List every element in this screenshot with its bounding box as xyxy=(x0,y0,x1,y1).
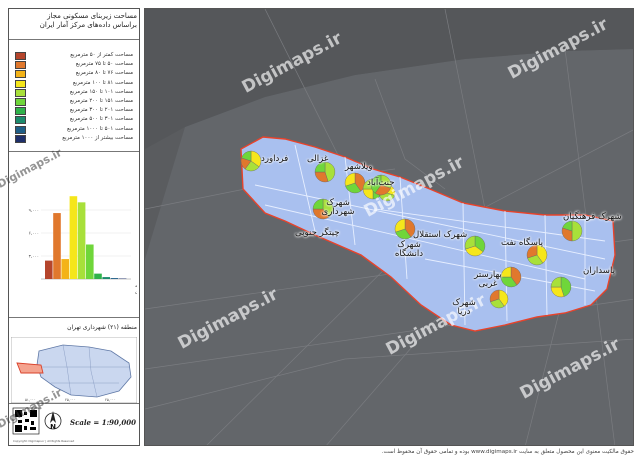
bar-5 xyxy=(86,244,94,279)
legend-title: مساحت زیربنای مسکونی مجاز براساس داده‌ها… xyxy=(39,12,137,29)
legend-swatch xyxy=(15,107,26,116)
legend-swatch xyxy=(15,125,26,134)
label-vila: ویلاشهر xyxy=(345,162,373,172)
legend-swatch xyxy=(15,88,26,97)
legend-item: مساحت ۲۰۱ تا ۳۰۰ مترمربع xyxy=(15,106,135,116)
label-chitgar: چیتگر جنوبی xyxy=(295,228,340,238)
y-tick-label: ۳,۰۰۰ xyxy=(29,254,39,259)
legend-item: مساحت ۵۰۱ تا ۱۰۰۰ مترمربع xyxy=(15,125,135,134)
legend-item: مساحت ۷۶ تا ۸۰ مترمربع xyxy=(15,69,135,79)
label-naft: پاسگاه نفت xyxy=(501,238,543,248)
label-ghazali: غزالی xyxy=(307,154,329,164)
legend-label: مساحت ۱۵۱ تا ۲۰۰ مترمربع xyxy=(69,97,133,104)
legend-label: مساحت ۱۰۱ تا ۱۵۰ مترمربع xyxy=(69,88,133,95)
legend-item: مساحت ۱۰۱ تا ۱۵۰ مترمربع xyxy=(15,88,135,97)
inset-label: منطقه (۲۱) شهرداری تهران xyxy=(67,324,137,331)
legend-swatch xyxy=(15,70,26,79)
copyright-small: Copyright: Digimaps.ir | All Rights Rese… xyxy=(13,439,74,443)
legend-swatch xyxy=(15,134,26,143)
legend-swatch xyxy=(15,97,26,106)
label-daneshgah: شهرک دانشگاه xyxy=(394,240,424,259)
y-tick-label: ۹,۰۰۰ xyxy=(29,208,39,213)
inset-tick: ۲۵,۰۰۰ xyxy=(105,398,116,402)
legend-item: مساحت ۱۵۱ تا ۲۰۰ مترمربع xyxy=(15,97,135,106)
area-bar-chart: ۹,۰۰۰ ۶,۰۰۰ ۳,۰۰۰ ترکیب مساحت زیربنای مسکون… xyxy=(29,196,137,295)
bar-0 xyxy=(45,260,53,279)
legend-item: مساحت ۵۰ تا ۷۵ مترمربع xyxy=(15,60,135,70)
legend-swatch xyxy=(15,61,26,70)
divider xyxy=(9,39,139,40)
legend-swatch xyxy=(15,52,26,60)
bar-7 xyxy=(102,277,110,279)
label-jannat: جنت‌آباد xyxy=(367,178,395,188)
legend-panel: مساحت زیربنای مسکونی مجاز براساس داده‌ها… xyxy=(8,8,140,446)
label-darya: شهرک دریا xyxy=(452,298,476,317)
bar-3 xyxy=(69,196,78,279)
legend-item: مساحت بیشتر از ۱۰۰۰ مترمربع xyxy=(15,134,135,143)
y-tick-label: ۶,۰۰۰ xyxy=(29,231,39,236)
inset-map: ۵۱,۰۰۰ ۲۵,۰۰۰ ۲۵,۰۰۰ xyxy=(11,337,137,403)
legend-item: مساحت کمتر از ۵۰ مترمربع xyxy=(15,51,135,60)
north-arrow-icon: N xyxy=(44,411,62,431)
legend-item: مساحت ۸۱ تا ۱۰۰ مترمربع xyxy=(15,79,135,88)
legend-label: مساحت ۵۰۱ تا ۱۰۰۰ مترمربع xyxy=(67,125,133,132)
legend-list: مساحت کمتر از ۵۰ مترمربع مساحت ۵۰ تا ۷۵ م… xyxy=(15,51,135,143)
divider xyxy=(9,151,139,152)
bar-2 xyxy=(61,259,69,279)
north-label: N xyxy=(50,423,56,431)
legend-label: مساحت ۲۰۱ تا ۳۰۰ مترمربع xyxy=(69,107,133,114)
label-farda: فرداورد xyxy=(261,154,289,164)
bar-6 xyxy=(94,273,102,279)
chart-caption: براساس داده‌های مرکز آمار ایران xyxy=(135,289,137,295)
inset-tick: ۲۵,۰۰۰ xyxy=(65,398,76,402)
legend-label: مساحت ۸۱ تا ۱۰۰ مترمربع xyxy=(72,79,133,86)
bar-1 xyxy=(53,213,61,279)
bar-8 xyxy=(110,278,119,279)
legend-label: مساحت کمتر از ۵۰ مترمربع xyxy=(70,52,133,58)
bar-4 xyxy=(77,202,86,279)
label-farhangian: شهرک فرهنگیان xyxy=(563,212,622,222)
legend-label: مساحت ۷۶ تا ۸۰ مترمربع xyxy=(75,70,133,77)
label-esteqlal: شهرک استقلال xyxy=(413,230,468,240)
label-baharestar: بهارستر غربی xyxy=(474,270,502,289)
legend-item: مساحت ۳۰۱ تا ۵۰۰ مترمربع xyxy=(15,115,135,125)
label-pasdaran: پاسداران xyxy=(583,266,615,276)
scale-label: Scale = 1:90,000 xyxy=(70,418,136,427)
copyright-credit: حقوق مالکیت معنوی این محصول متعلق به سای… xyxy=(381,449,634,455)
legend-swatch xyxy=(15,116,26,125)
legend-label: مساحت بیشتر از ۱۰۰۰ مترمربع xyxy=(62,134,133,141)
main-map: Digimaps.ir Digimaps.ir Digimaps.ir Digi… xyxy=(144,8,634,446)
chart-caption: ترکیب مساحت زیربنای مسکونی منطقه xyxy=(135,283,137,289)
label-shahrdari: شهرک شهرداری xyxy=(321,198,355,217)
legend-label: مساحت ۵۰ تا ۷۵ مترمربع xyxy=(75,61,133,68)
legend-swatch xyxy=(15,79,26,88)
legend-label: مساحت ۳۰۱ تا ۵۰۰ مترمربع xyxy=(69,116,133,123)
divider xyxy=(9,317,139,318)
